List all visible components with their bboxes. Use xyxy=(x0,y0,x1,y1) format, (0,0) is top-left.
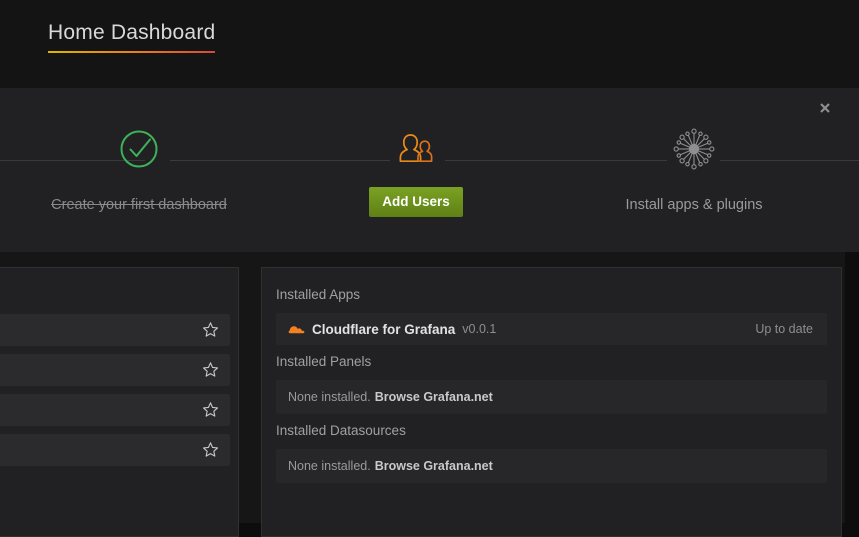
browse-grafana-net-link[interactable]: Browse Grafana.net xyxy=(375,459,493,473)
installed-plugins-panel: Installed Apps Cloudflare for Grafana v0… xyxy=(261,267,842,537)
star-outline-icon[interactable] xyxy=(202,321,219,338)
onboarding-step-label: Install apps & plugins xyxy=(584,195,804,215)
apps-plugins-icon xyxy=(584,122,804,176)
installed-panels-heading: Installed Panels xyxy=(276,353,827,371)
dashboard-panel-row: Installed Apps Cloudflare for Grafana v0… xyxy=(0,252,859,523)
users-icon xyxy=(306,122,526,176)
list-item[interactable] xyxy=(0,314,230,346)
empty-text: None installed. xyxy=(288,390,371,404)
browse-grafana-net-link[interactable]: Browse Grafana.net xyxy=(375,390,493,404)
installed-datasources-empty-row: None installed. Browse Grafana.net xyxy=(276,449,827,483)
installed-app-row[interactable]: Cloudflare for Grafana v0.0.1 Up to date xyxy=(276,313,827,345)
page-header: Home Dashboard xyxy=(0,0,859,88)
list-item[interactable] xyxy=(0,394,230,426)
star-outline-icon[interactable] xyxy=(202,361,219,378)
right-gutter xyxy=(845,252,859,523)
installed-panels-empty-row: None installed. Browse Grafana.net xyxy=(276,380,827,414)
getting-started-panel: Create your first dashboard Add Users xyxy=(0,88,859,252)
list-item[interactable] xyxy=(0,354,230,386)
installed-app-status: Up to date xyxy=(755,322,813,336)
title-underline xyxy=(48,51,215,53)
add-users-button[interactable]: Add Users xyxy=(369,187,463,217)
list-item[interactable] xyxy=(0,434,230,466)
onboarding-step-label: Create your first dashboard xyxy=(29,195,249,215)
cloudflare-logo-icon xyxy=(288,323,305,336)
onboarding-steps: Create your first dashboard Add Users xyxy=(0,88,859,252)
installed-app-name: Cloudflare for Grafana xyxy=(312,322,455,337)
installed-app-version: v0.0.1 xyxy=(462,322,496,336)
onboarding-step-install-plugins[interactable]: Install apps & plugins xyxy=(584,122,804,215)
page-title: Home Dashboard xyxy=(48,22,215,53)
dashboard-list-panel xyxy=(0,267,239,537)
page-title-text: Home Dashboard xyxy=(48,21,215,44)
star-outline-icon[interactable] xyxy=(202,441,219,458)
onboarding-step-add-users[interactable]: Add Users xyxy=(306,122,526,217)
installed-datasources-heading: Installed Datasources xyxy=(276,422,827,440)
check-circle-icon xyxy=(29,122,249,176)
star-outline-icon[interactable] xyxy=(202,401,219,418)
installed-apps-heading: Installed Apps xyxy=(276,286,827,304)
empty-text: None installed. xyxy=(288,459,371,473)
onboarding-step-create-dashboard[interactable]: Create your first dashboard xyxy=(29,122,249,215)
